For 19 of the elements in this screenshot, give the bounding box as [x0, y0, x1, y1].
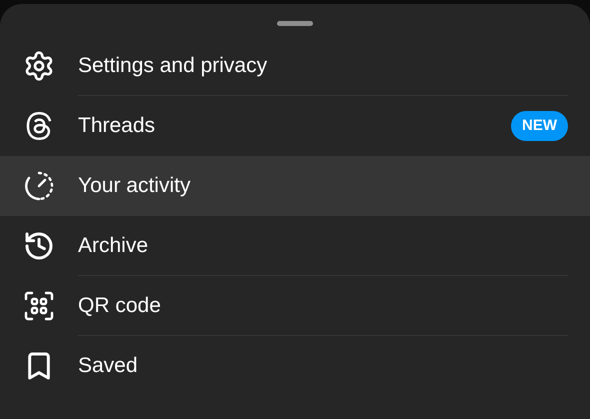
- menu-item[interactable]: Your activity: [0, 156, 590, 216]
- menu-item[interactable]: Threads NEW: [0, 96, 590, 156]
- menu-item-label: QR code: [78, 292, 162, 319]
- menu-item-label: Archive: [78, 232, 150, 259]
- drag-handle[interactable]: [277, 21, 313, 26]
- dashed-clock-icon: [23, 170, 55, 202]
- history-icon: [23, 230, 55, 262]
- menu-item[interactable]: QR code: [0, 276, 590, 336]
- menu-item-label: Your activity: [78, 173, 192, 200]
- menu-item[interactable]: Saved: [0, 336, 590, 396]
- settings-icon: [23, 50, 55, 82]
- menu-item[interactable]: Settings and privacy: [0, 36, 590, 96]
- qr-code-icon: [23, 290, 55, 322]
- spiral-at-icon: [25, 112, 53, 140]
- menu-item[interactable]: Archive: [0, 216, 590, 276]
- menu-item-label: Saved: [78, 353, 139, 380]
- menu-item-label: Settings and privacy: [78, 52, 268, 79]
- new-badge: NEW: [511, 110, 568, 142]
- menu-item-label: Threads: [78, 113, 156, 140]
